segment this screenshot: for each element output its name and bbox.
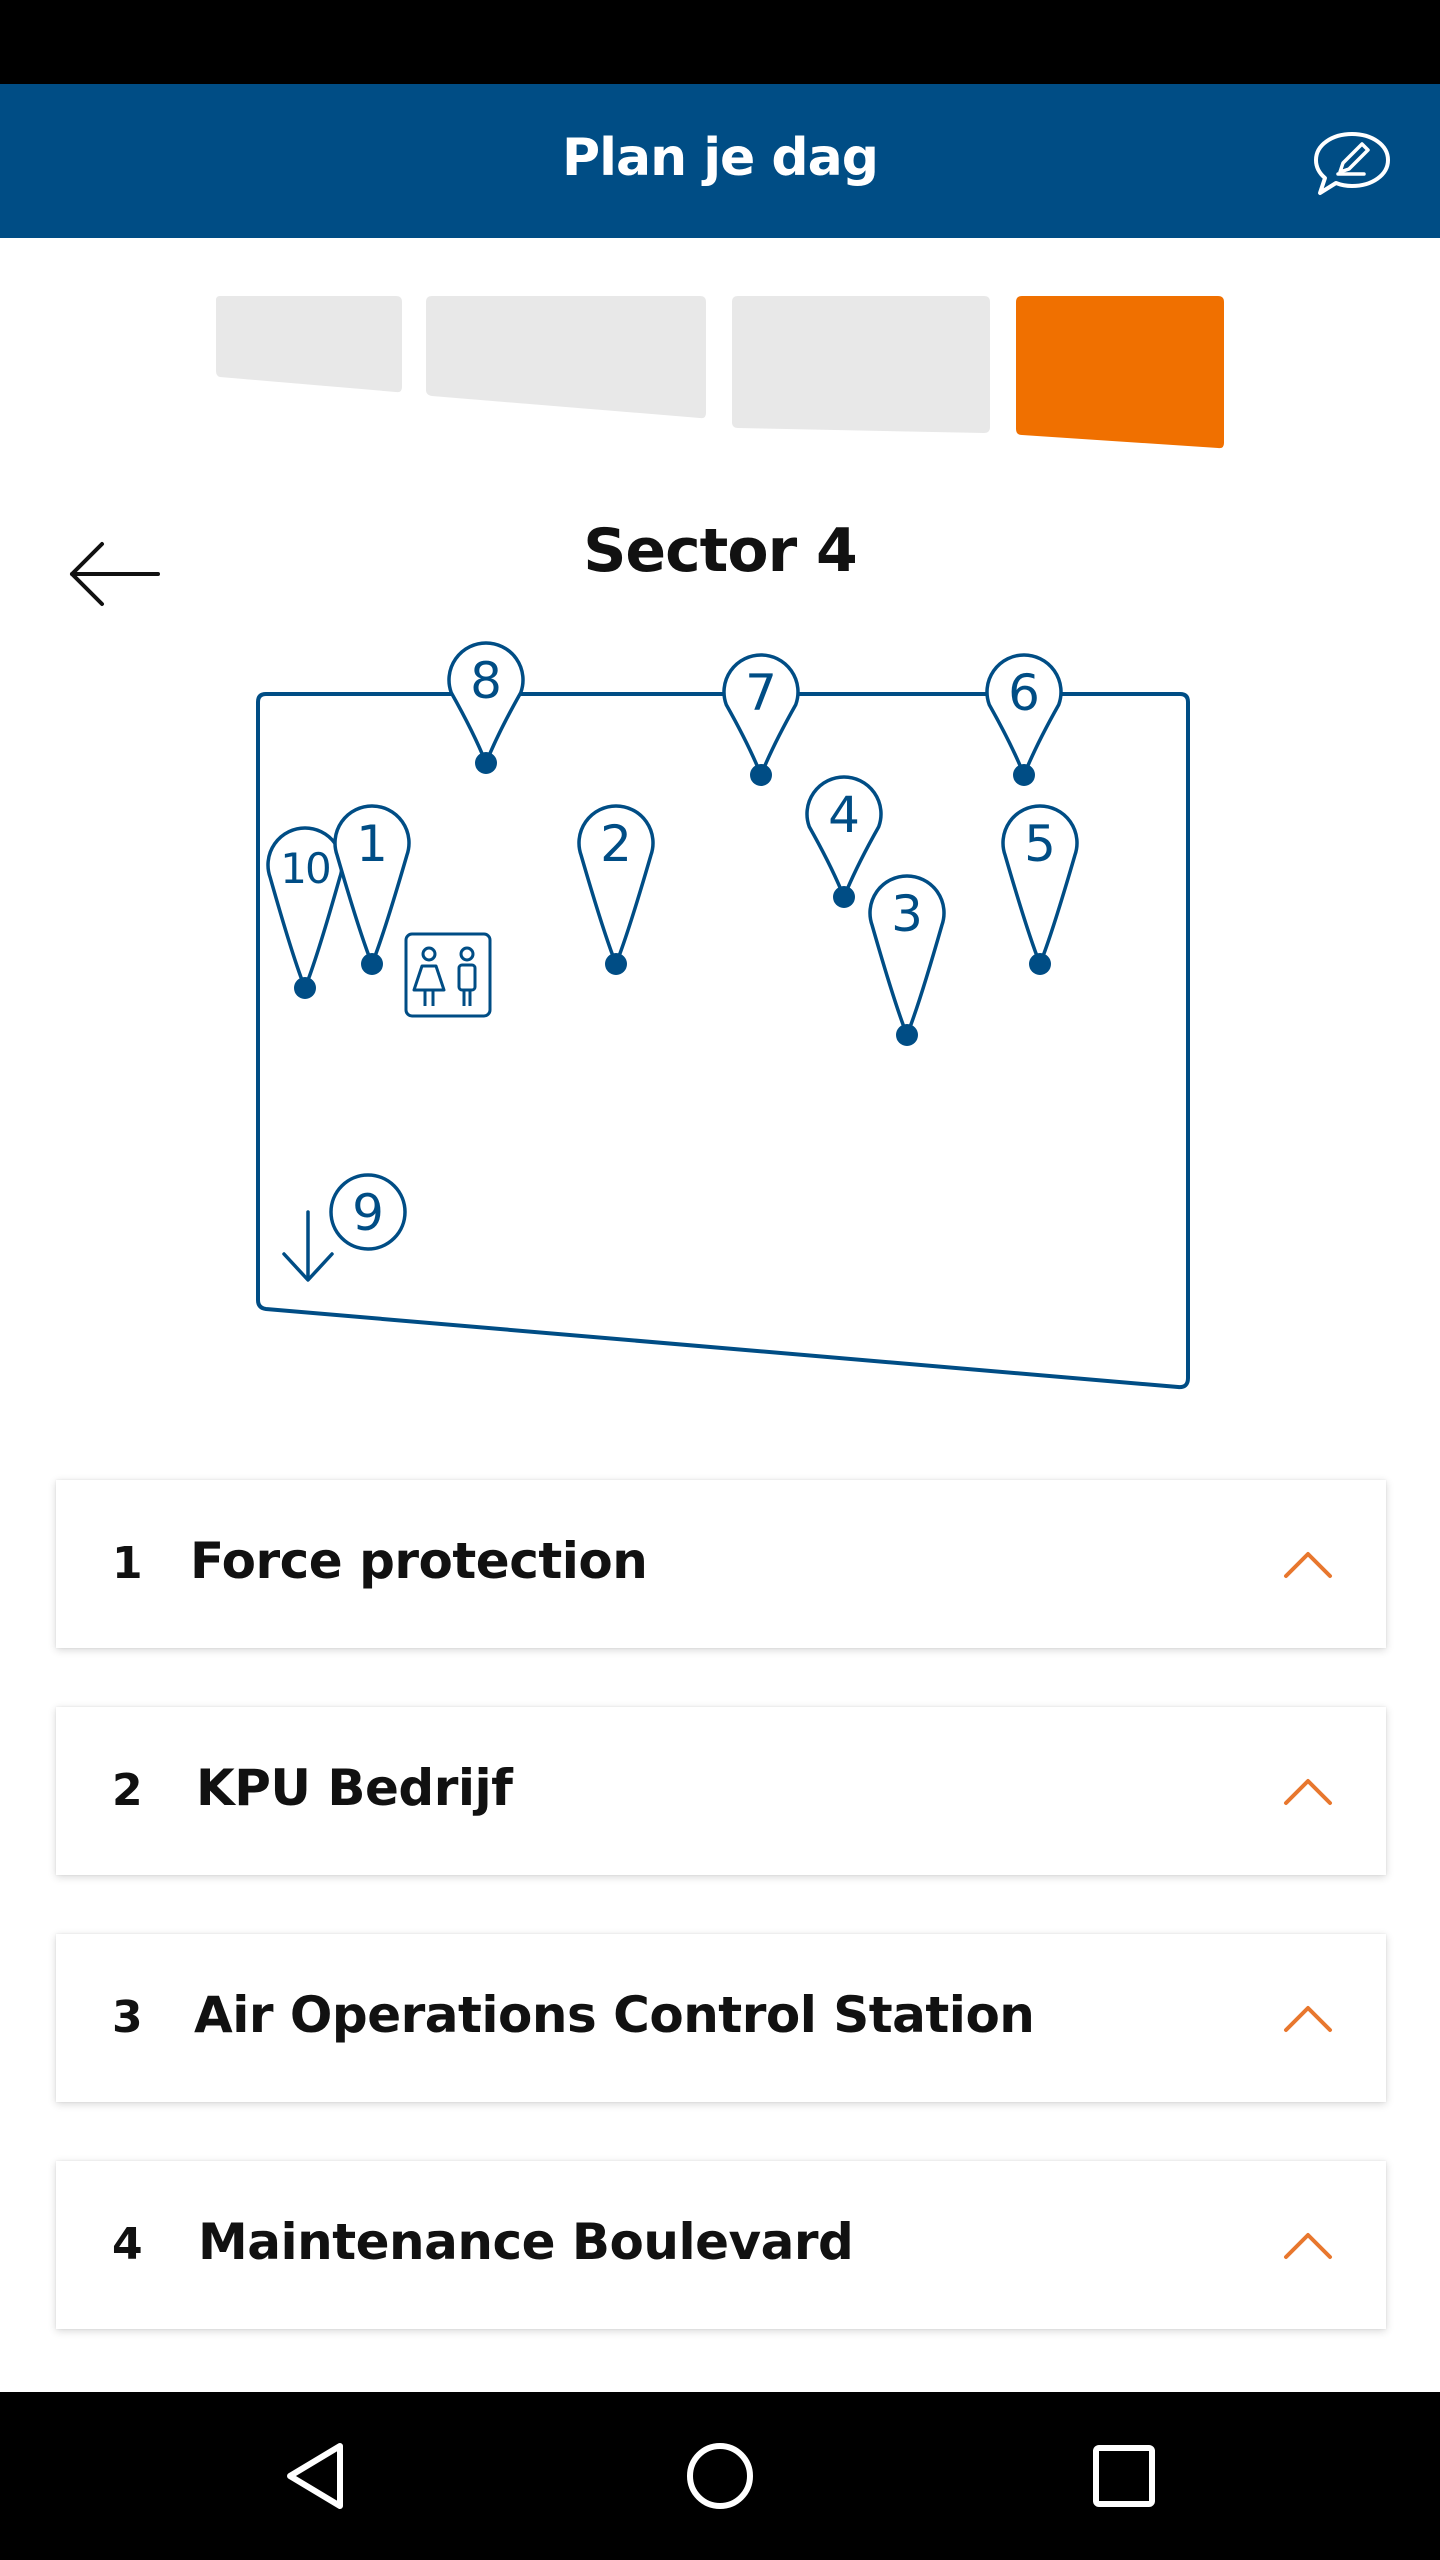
speech-bubble-pencil-icon — [1314, 132, 1390, 195]
map-pin-1[interactable]: 1 — [333, 804, 411, 975]
map-pin-2[interactable]: 2 — [577, 804, 655, 975]
location-number: 4 — [112, 2219, 143, 2270]
status-bar — [0, 0, 1440, 84]
location-item[interactable]: 2 KPU Bedrijf — [56, 1707, 1386, 1875]
map-pin-dot — [475, 752, 497, 774]
map-pin-8[interactable]: 8 — [447, 641, 525, 774]
sector-tab-4-active[interactable] — [1016, 296, 1224, 449]
chevron-up-icon — [1284, 1552, 1332, 1578]
location-title: Air Operations Control Station — [194, 1986, 1035, 2044]
exit-marker-label: 9 — [352, 1184, 384, 1242]
map-pin-10[interactable]: 10 — [266, 826, 344, 999]
map-pin-dot — [750, 764, 772, 786]
map-pin-dot — [1029, 953, 1051, 975]
map-pin-label: 4 — [828, 786, 860, 844]
location-number: 2 — [112, 1765, 143, 1816]
map-pin-label: 3 — [891, 885, 923, 943]
map-pin-label: 2 — [600, 815, 632, 873]
chevron-up-icon — [1284, 1779, 1332, 1805]
map-pin-6[interactable]: 6 — [985, 653, 1063, 786]
location-number: 3 — [112, 1992, 143, 2043]
feedback-button[interactable] — [1312, 130, 1392, 198]
triangle-back-icon[interactable] — [276, 2436, 356, 2516]
sector-tab-1[interactable] — [216, 296, 402, 393]
toilets-icon[interactable] — [404, 932, 492, 1018]
location-item[interactable]: 4 Maintenance Boulevard — [56, 2161, 1386, 2329]
location-item[interactable]: 1 Force protection — [56, 1480, 1386, 1648]
map-pin-label: 7 — [745, 664, 777, 722]
map-pin-7[interactable]: 7 — [722, 653, 800, 786]
map-pin-dot — [294, 977, 316, 999]
sector-tab-2[interactable] — [426, 296, 706, 419]
map-pin-dot — [833, 886, 855, 908]
chevron-up-icon — [1284, 2233, 1332, 2259]
map-pin-label: 5 — [1024, 815, 1056, 873]
app-title: Plan je dag — [562, 128, 879, 188]
square-recents-icon[interactable] — [1084, 2436, 1164, 2516]
page-title: Sector 4 — [583, 516, 858, 586]
hall-outline — [256, 692, 1190, 1390]
chevron-up-icon — [1284, 2006, 1332, 2032]
location-title: KPU Bedrijf — [196, 1759, 513, 1817]
exit-marker[interactable]: 9 — [282, 1173, 407, 1282]
location-item[interactable]: 3 Air Operations Control Station — [56, 1934, 1386, 2102]
location-title: Maintenance Boulevard — [198, 2213, 854, 2271]
map-pin-dot — [1013, 764, 1035, 786]
sector-selector — [0, 290, 1440, 460]
location-title: Force protection — [190, 1532, 648, 1590]
map-pin-dot — [361, 953, 383, 975]
app-bar: Plan je dag — [0, 84, 1440, 238]
map-pin-label: 8 — [470, 652, 502, 710]
system-nav-bar — [0, 2392, 1440, 2560]
map-pin-label: 1 — [356, 815, 388, 873]
map-pin-5[interactable]: 5 — [1001, 804, 1079, 975]
map-pin-dot — [896, 1024, 918, 1046]
map-pin-dot — [605, 953, 627, 975]
sector-map: 8 7 6 4 10 1 2 5 3 9 — [0, 620, 1440, 1410]
map-pin-4[interactable]: 4 — [805, 775, 883, 908]
map-pin-label: 6 — [1008, 664, 1040, 722]
location-number: 1 — [112, 1538, 143, 1589]
map-pin-label: 10 — [280, 844, 329, 893]
sector-tab-3[interactable] — [732, 296, 990, 433]
map-pin-3[interactable]: 3 — [868, 874, 946, 1046]
circle-home-icon[interactable] — [680, 2436, 760, 2516]
